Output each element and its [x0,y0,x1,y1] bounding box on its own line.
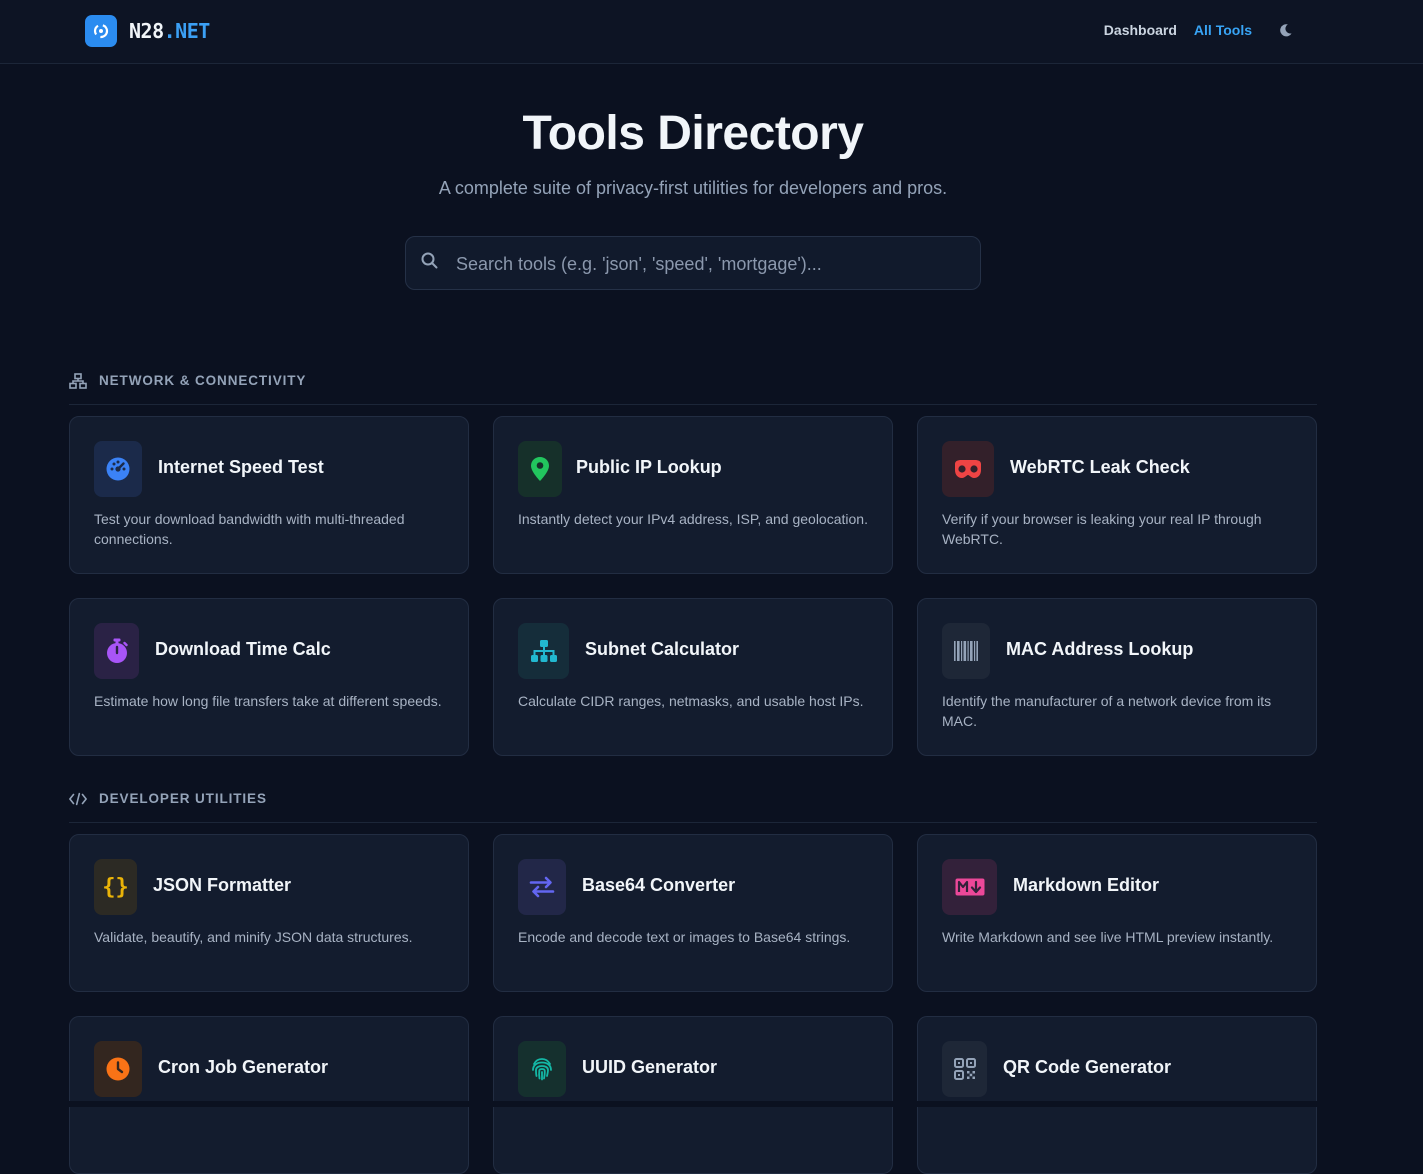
clock-icon [94,1041,142,1097]
barcode-icon [942,623,990,679]
logo-text-main: N28 [129,19,164,43]
section-label: DEVELOPER UTILITIES [99,791,267,806]
tool-title: Download Time Calc [155,639,331,659]
sitemap-icon [518,623,569,679]
moon-icon [1279,23,1292,36]
tool-description: Identify the manufacturer of a network d… [942,693,1272,729]
network-icon [69,372,87,390]
page-title: Tools Directory [522,107,864,160]
tool-card-json-formatter[interactable]: {} JSON Formatter Validate, beautify, an… [69,834,469,992]
swap-arrows-icon [518,859,566,915]
markdown-icon [942,859,997,915]
code-icon [69,790,87,808]
tool-card-base64-converter[interactable]: Base64 Converter Encode and decode text … [493,834,893,992]
tool-card-public-ip-lookup[interactable]: Public IP Lookup Instantly detect your I… [493,416,893,574]
theme-toggle-button[interactable] [1275,20,1295,40]
tool-title: MAC Address Lookup [1006,639,1194,659]
logo-text-accent: .NET [163,19,211,43]
section-label: NETWORK & CONNECTIVITY [99,373,307,388]
viewport-bottom-edge [0,1101,1423,1107]
tool-description: Encode and decode text or images to Base… [518,929,851,945]
tool-title: Base64 Converter [582,875,736,895]
tool-card-internet-speed-test[interactable]: Internet Speed Test Test your download b… [69,416,469,574]
stopwatch-icon [94,623,139,679]
nav-link-all-tools[interactable]: All Tools [1194,22,1252,38]
tool-card-download-time-calc[interactable]: Download Time Calc Estimate how long fil… [69,598,469,756]
qr-code-icon [942,1041,987,1097]
tool-description: Estimate how long file transfers take at… [94,693,442,709]
tool-card-uuid-generator[interactable]: UUID Generator [493,1016,893,1174]
search-box [405,236,981,290]
tool-card-qr-code-generator[interactable]: QR Code Generator [917,1016,1317,1174]
tool-title: Subnet Calculator [585,639,740,659]
tool-title: Cron Job Generator [158,1057,329,1077]
page-subtitle: A complete suite of privacy-first utilit… [438,178,948,198]
tool-card-webrtc-leak-check[interactable]: WebRTC Leak Check Verify if your browser… [917,416,1317,574]
section-header-network: NETWORK & CONNECTIVITY [69,372,1317,405]
tool-card-mac-address-lookup[interactable]: MAC Address Lookup Identify the manufact… [917,598,1317,756]
braces-icon: {} [94,859,137,915]
tool-title: Internet Speed Test [158,457,324,477]
main-nav: Dashboard All Tools [1087,20,1295,40]
map-pin-icon [518,441,562,497]
tool-card-markdown-editor[interactable]: Markdown Editor Write Markdown and see l… [917,834,1317,992]
top-navbar: N28.NET Dashboard All Tools [0,0,1423,64]
tool-title: UUID Generator [582,1057,718,1077]
fingerprint-icon [518,1041,566,1097]
tool-description: Calculate CIDR ranges, netmasks, and usa… [518,693,864,709]
search-input[interactable] [454,249,964,279]
nav-link-dashboard[interactable]: Dashboard [1104,22,1177,38]
tool-description: Validate, beautify, and minify JSON data… [94,929,413,945]
tool-description: Verify if your browser is leaking your r… [942,511,1262,547]
tool-description: Instantly detect your IPv4 address, ISP,… [518,511,868,527]
logo-icon [85,15,117,47]
tool-title: JSON Formatter [153,875,292,895]
search-icon [420,251,440,271]
tool-title: QR Code Generator [1003,1057,1172,1077]
tool-card-subnet-calculator[interactable]: Subnet Calculator Calculate CIDR ranges,… [493,598,893,756]
tool-description: Test your download bandwidth with multi-… [94,511,405,547]
mask-icon [942,441,994,497]
tool-description: Write Markdown and see live HTML preview… [942,929,1274,945]
tool-title: WebRTC Leak Check [1010,457,1190,477]
tool-card-cron-job-generator[interactable]: Cron Job Generator [69,1016,469,1174]
gauge-icon [94,441,142,497]
site-logo[interactable]: N28.NET [85,15,210,47]
tool-title: Public IP Lookup [576,457,722,477]
tool-title: Markdown Editor [1013,875,1160,895]
section-header-developer: DEVELOPER UTILITIES [69,790,1317,823]
